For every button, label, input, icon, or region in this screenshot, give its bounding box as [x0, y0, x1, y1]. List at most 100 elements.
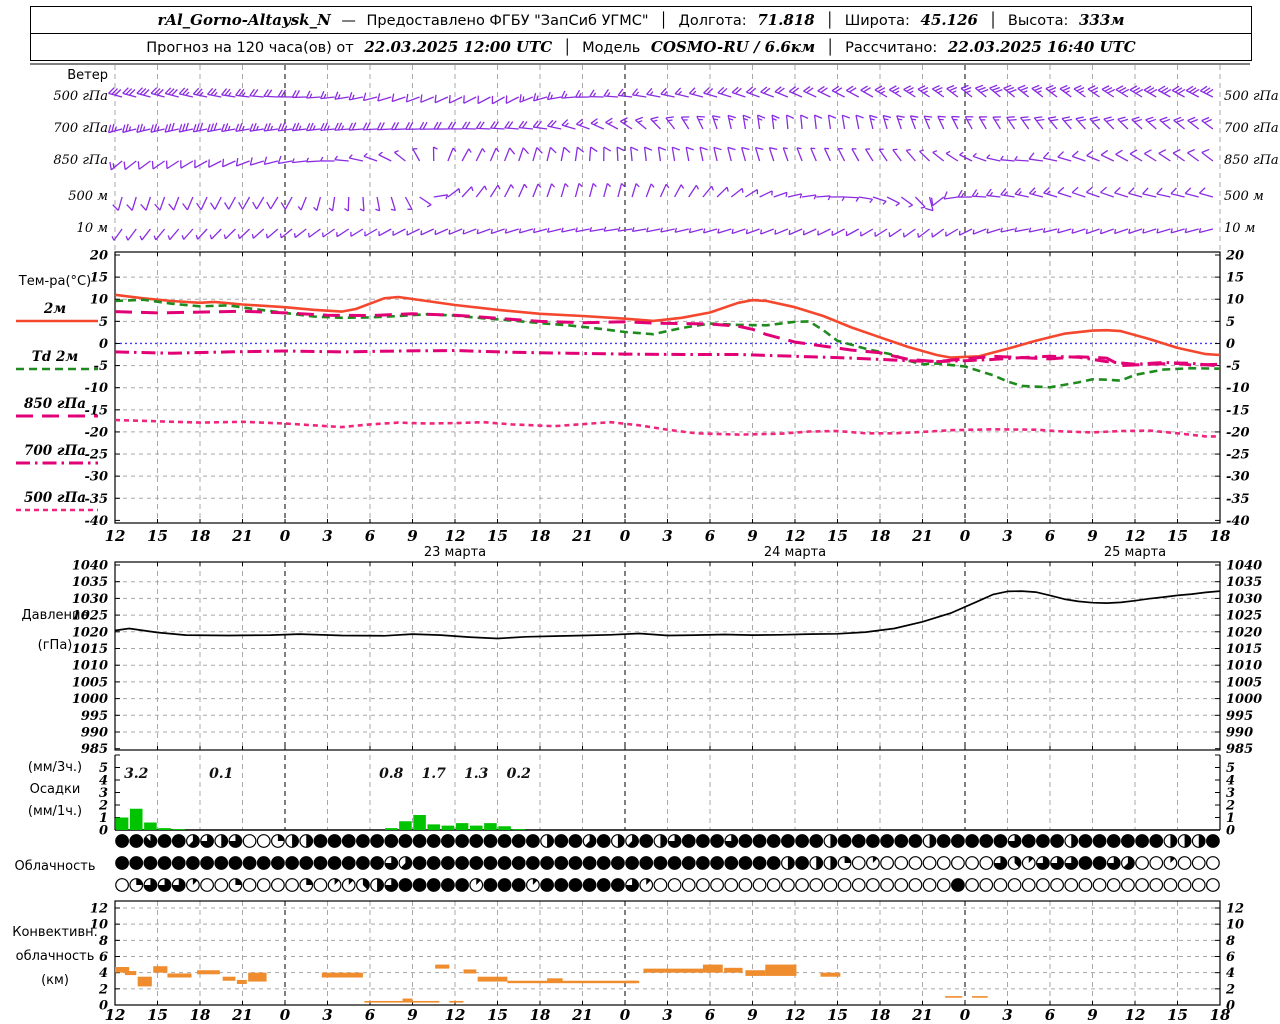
- svg-text:0: 0: [960, 1006, 971, 1024]
- svg-text:1025: 1025: [1226, 609, 1262, 624]
- precip-bars: [115, 808, 526, 830]
- separator: │: [988, 13, 998, 29]
- svg-text:20: 20: [89, 249, 108, 264]
- wind-level-700hpa-left: 700 гПа: [53, 121, 108, 136]
- svg-text:1000: 1000: [72, 692, 108, 707]
- temperature-panel: 20 2015 1510 105 50 0-5 -5-10 -10-15 -15-20 -20-2…: [85, 249, 1250, 529]
- legend-label-td2m: Td 2м: [31, 349, 79, 365]
- svg-text:18: 18: [870, 1006, 891, 1024]
- wind-level-10m-right: 10 м: [1224, 221, 1256, 236]
- wind-level-500hpa-right: 500 гПа: [1224, 89, 1279, 104]
- svg-text:0: 0: [280, 527, 291, 545]
- model-value: COSMO-RU / 6.6км: [650, 38, 816, 56]
- svg-text:1030: 1030: [1226, 592, 1262, 607]
- precip-1h-unit-label: (мм/1ч.): [27, 804, 83, 819]
- model-label: Модель: [582, 40, 641, 56]
- svg-text:21: 21: [231, 527, 253, 545]
- svg-text:3: 3: [662, 1006, 672, 1024]
- time-axis-top: 12 15 18 21 0 3 6 9 12 15 18 21 0 3 6 9 12 15 18 21 0 3 6 9 12 15…: [105, 527, 1231, 545]
- svg-text:9: 9: [407, 1006, 418, 1024]
- pressure-unit-label: (гПа): [37, 638, 73, 653]
- separator: │: [825, 13, 835, 29]
- date-label-24-march: 24 марта: [763, 545, 827, 560]
- wind-level-500m-left: 500 м: [68, 189, 108, 204]
- svg-text:21: 21: [911, 1006, 933, 1024]
- svg-text:3: 3: [662, 527, 672, 545]
- forecast-start-value: 22.03.2025 12:00 UTC: [364, 38, 553, 56]
- svg-text:9: 9: [407, 527, 418, 545]
- svg-text:6: 6: [1045, 527, 1056, 545]
- svg-text:20: 20: [1225, 249, 1244, 264]
- convective-label-1: Конвективн.: [12, 925, 98, 940]
- wind-level-500hpa-left: 500 гПа: [53, 89, 108, 104]
- svg-text:12: 12: [445, 1006, 466, 1024]
- svg-text:-20: -20: [1226, 425, 1250, 440]
- time-axis-bottom: 12 15 18 21 0 3 6 9 12 15 18 21 0 3 6 9 12 15 18 21 0 3 6 9 12 15…: [105, 1006, 1231, 1024]
- svg-text:15: 15: [1167, 527, 1188, 545]
- svg-text:-5: -5: [1226, 359, 1240, 374]
- svg-text:1015: 1015: [1226, 642, 1262, 657]
- svg-text:1020: 1020: [1226, 625, 1262, 640]
- svg-text:9: 9: [747, 527, 758, 545]
- svg-text:-20: -20: [85, 425, 109, 440]
- svg-text:-10: -10: [1226, 381, 1250, 396]
- meteogram-page: 20 20 15 15 10 10 5 5 0 0 -5 -5 -10 -10 -15 -15 -20 -20 -2…: [0, 0, 1280, 1024]
- header-dash: —: [341, 13, 356, 29]
- svg-text:10: 10: [1226, 293, 1244, 308]
- svg-text:990: 990: [1226, 726, 1253, 741]
- date-label-25-march: 25 марта: [1103, 545, 1167, 560]
- svg-text:985: 985: [81, 742, 108, 757]
- svg-text:1040: 1040: [72, 559, 108, 574]
- convective-label-3: (км): [41, 973, 69, 988]
- svg-text:12: 12: [105, 1006, 126, 1024]
- svg-text:1005: 1005: [72, 675, 108, 690]
- svg-text:-30: -30: [1226, 470, 1250, 485]
- svg-text:5: 5: [99, 315, 108, 330]
- svg-text:0: 0: [280, 1006, 291, 1024]
- svg-text:6: 6: [365, 527, 376, 545]
- svg-text:15: 15: [147, 1006, 168, 1024]
- meteogram-canvas: 20 2015 1510 105 50 0-5 -5-10 -10-15 -15-20 -20-2…: [30, 63, 1262, 1024]
- svg-text:15: 15: [487, 1006, 508, 1024]
- temperature-panel-title: Тем-ра(°C): [18, 274, 92, 289]
- svg-text:3: 3: [322, 527, 332, 545]
- svg-text:985: 985: [1226, 742, 1253, 757]
- svg-text:15: 15: [1226, 271, 1244, 286]
- date-label-23-march: 23 марта: [423, 545, 487, 560]
- legend-line-2m: [16, 319, 98, 323]
- svg-text:1.7: 1.7: [422, 766, 447, 782]
- svg-text:15: 15: [147, 527, 168, 545]
- svg-text:12: 12: [1125, 527, 1146, 545]
- svg-text:12: 12: [1125, 1006, 1146, 1024]
- svg-text:1010: 1010: [1226, 659, 1262, 674]
- legend-line-500hpa: [16, 508, 98, 512]
- svg-text:5: 5: [1226, 315, 1235, 330]
- svg-text:4: 4: [1226, 966, 1235, 981]
- pressure-panel: 1040 10401035 10351030 10301025 10251020 1020…: [72, 559, 1262, 758]
- svg-text:1040: 1040: [1226, 559, 1262, 574]
- svg-text:1030: 1030: [72, 592, 108, 607]
- precip-label: Осадки: [29, 782, 81, 797]
- svg-text:21: 21: [571, 1006, 593, 1024]
- svg-text:18: 18: [1210, 527, 1231, 545]
- svg-text:1000: 1000: [1226, 692, 1262, 707]
- svg-text:18: 18: [190, 527, 211, 545]
- legend-line-850hpa: [16, 414, 98, 418]
- altitude-label: Высота:: [1007, 13, 1069, 29]
- legend-line-td2m: [16, 367, 98, 371]
- svg-text:12: 12: [105, 527, 126, 545]
- pressure-label: Давление: [21, 608, 89, 623]
- svg-text:1035: 1035: [72, 575, 108, 590]
- svg-text:990: 990: [81, 726, 108, 741]
- svg-text:5: 5: [1226, 761, 1235, 776]
- svg-text:6: 6: [705, 1006, 716, 1024]
- svg-text:12: 12: [90, 902, 108, 917]
- svg-text:-25: -25: [1226, 448, 1250, 463]
- svg-text:995: 995: [1226, 709, 1253, 724]
- svg-text:1.3: 1.3: [464, 766, 489, 782]
- legend-line-700hpa: [16, 461, 98, 465]
- wind-level-500m-right: 500 м: [1224, 189, 1264, 204]
- svg-text:10: 10: [1226, 918, 1244, 933]
- latitude-label: Широта:: [844, 13, 910, 29]
- precip-panel: 0 01 12 23 34 45 5: [98, 754, 1235, 839]
